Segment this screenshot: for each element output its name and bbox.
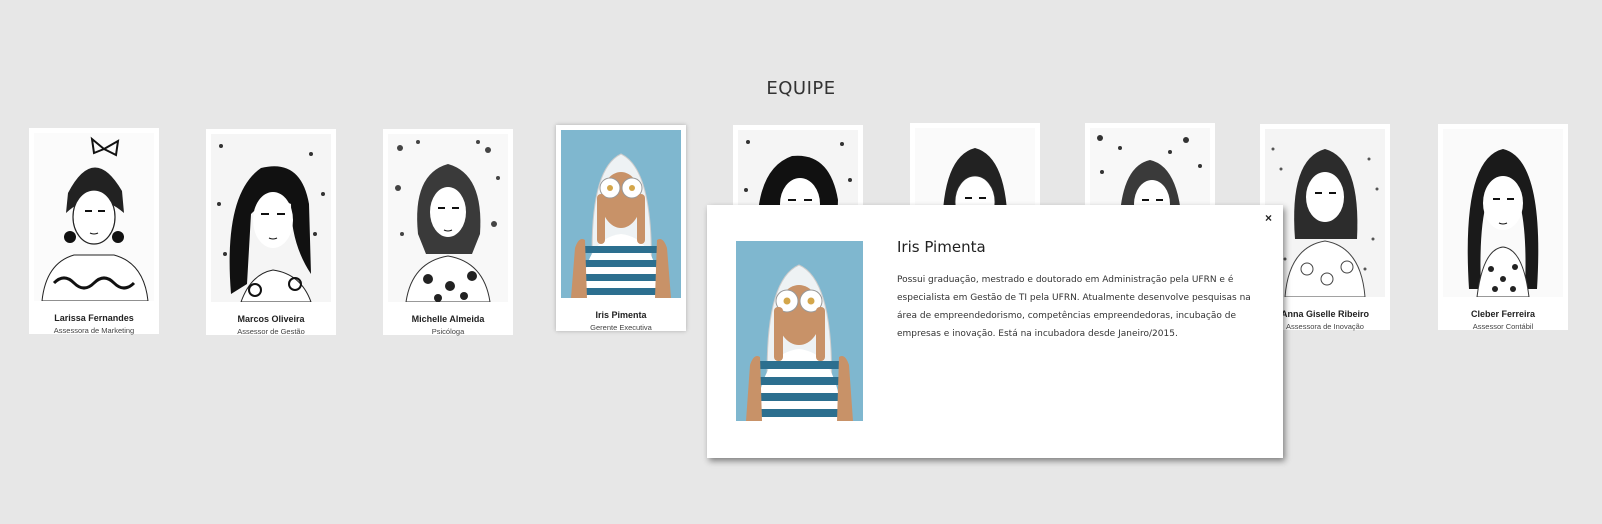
- member-role: Assessor Contábil: [1472, 322, 1534, 331]
- member-name: Michelle Almeida: [411, 314, 485, 324]
- portrait: [211, 134, 331, 302]
- section-title: EQUIPE: [766, 78, 836, 99]
- member-role: Assessora de Inovação: [1286, 322, 1364, 331]
- modal-member-name: Iris Pimenta: [897, 238, 986, 256]
- modal-portrait: [736, 241, 863, 421]
- member-role: Psicóloga: [431, 327, 465, 336]
- member-name: Anna Giselle Ribeiro: [1280, 309, 1370, 319]
- member-name: Larissa Fernandes: [54, 313, 134, 323]
- member-role: Gerente Executiva: [590, 323, 652, 332]
- team-card-michelle[interactable]: Michelle Almeida Psicóloga: [383, 129, 513, 336]
- member-role: Assessora de Marketing: [53, 326, 135, 335]
- member-name: Marcos Oliveira: [237, 314, 305, 324]
- member-name: Cleber Ferreira: [1470, 309, 1536, 319]
- team-card-larissa[interactable]: Larissa Fernandes Assessora de Marketing: [29, 128, 159, 335]
- team-card-cleber[interactable]: Cleber Ferreira Assessor Contábil: [1438, 124, 1568, 331]
- team-card-marcos[interactable]: Marcos Oliveira Assessor de Gestão: [206, 129, 336, 336]
- portrait: [388, 134, 508, 302]
- member-role: Assessor de Gestão: [237, 327, 305, 336]
- portrait: [561, 130, 681, 298]
- portrait: [1265, 129, 1385, 297]
- modal-member-bio: Possui graduação, mestrado e doutorado e…: [897, 275, 1251, 339]
- team-card-iris[interactable]: Iris Pimenta Gerente Executiva: [556, 125, 686, 332]
- member-detail-modal: × Iris Pimenta Possui graduação, mestrad…: [707, 205, 1283, 458]
- close-icon[interactable]: ×: [1265, 211, 1272, 225]
- member-name: Iris Pimenta: [595, 310, 647, 320]
- portrait: [34, 133, 154, 301]
- portrait: [1443, 129, 1563, 297]
